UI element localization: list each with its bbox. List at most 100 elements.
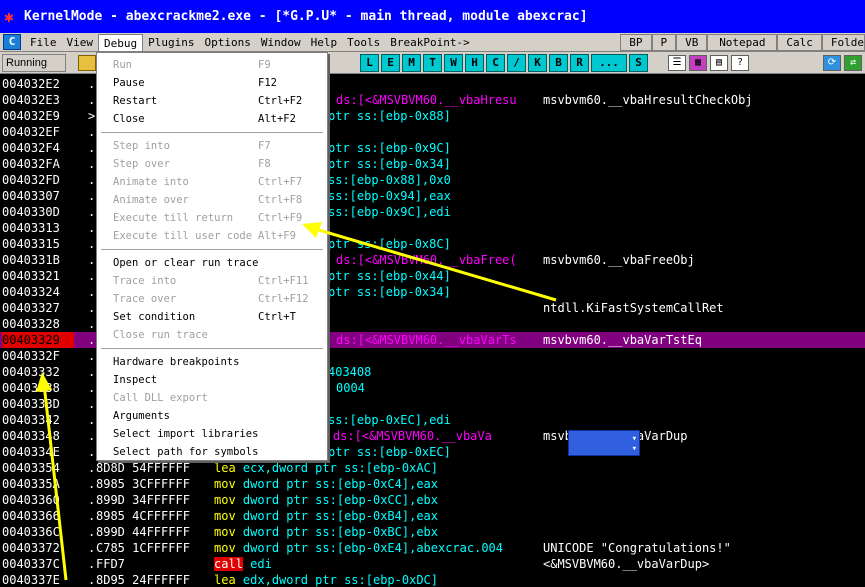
jump-marker: . xyxy=(88,221,96,235)
menu-item-shortcut: Ctrl+F2 xyxy=(258,95,303,107)
opcode: mov xyxy=(214,525,236,539)
menu-tools[interactable]: Tools xyxy=(342,34,385,51)
address: 0040334E xyxy=(2,444,74,460)
window-button-3[interactable]: T xyxy=(423,53,442,72)
debug-menu-item[interactable]: Close Alt+F2 xyxy=(97,110,327,128)
address: 00403338 xyxy=(2,380,74,396)
operands: dword ptr ss:[ebp-0xCC],ebx xyxy=(242,493,438,507)
menu-item-label: Call DLL export xyxy=(113,392,208,404)
menu-item-shortcut: F9 xyxy=(258,59,271,71)
opcode: call xyxy=(214,557,243,571)
code-row[interactable]: 0040337E. 8D95 24FFFFFF lea edx,dword ptr … xyxy=(0,572,865,587)
menu-options[interactable]: Options xyxy=(199,34,255,51)
menu-item-label: Restart xyxy=(113,95,158,107)
instruction: mov dword ptr ss:[ebp-0xE4],abexcrac.004 xyxy=(214,540,503,556)
debug-menu-item[interactable]: Select import libraries xyxy=(97,425,327,443)
instruction: mov dword ptr ss:[ebp-0xBC],ebx xyxy=(214,524,438,540)
debug-menu-item[interactable]: Open or clear run trace xyxy=(97,254,327,272)
jump-marker: . xyxy=(88,93,96,107)
network-icon[interactable]: ⇄ xyxy=(844,54,862,71)
window-button-5[interactable]: H xyxy=(465,53,484,72)
address: 0040336C xyxy=(2,524,74,540)
import-reference: ds:[<&MSVBVM60.__vbaHresu xyxy=(336,93,517,107)
menu-item-label: Step into xyxy=(113,140,170,152)
jump-marker: . xyxy=(88,77,96,91)
window-button-8[interactable]: K xyxy=(528,53,547,72)
debug-menu-item[interactable]: Inspect xyxy=(97,371,327,389)
menu-help[interactable]: Help xyxy=(306,34,343,51)
jump-marker: . xyxy=(88,477,96,491)
instruction: ptr ss:[ebp-0x34] xyxy=(328,285,451,299)
opcode: mov xyxy=(214,509,236,523)
address: 00403315 xyxy=(2,236,74,252)
notepad-button[interactable]: Notepad xyxy=(707,33,778,51)
address: 00403321 xyxy=(2,268,74,284)
address: 0040333D xyxy=(2,396,74,412)
jump-marker: . xyxy=(88,157,96,171)
menu-window[interactable]: Window xyxy=(256,34,306,51)
window-button-7[interactable]: / xyxy=(507,53,526,72)
menu-debug[interactable]: Debug xyxy=(98,33,144,51)
menu-item-label: Close run trace xyxy=(113,329,208,341)
cpu-button[interactable]: C xyxy=(3,34,21,50)
code-row[interactable]: 0040335A. 8985 3CFFFFFF mov dword ptr ss:[… xyxy=(0,476,865,492)
debug-menu-item[interactable]: Arguments xyxy=(97,407,327,425)
vb-button[interactable]: VB xyxy=(676,33,708,51)
hex-bytes: 8985 4CFFFFFF xyxy=(96,509,190,523)
debug-menu-item[interactable]: Set condition Ctrl+T xyxy=(97,308,327,326)
window-button-12[interactable]: S xyxy=(629,53,648,72)
debug-menu-item[interactable]: Restart Ctrl+F2 xyxy=(97,92,327,110)
instruction: ptr ds:[<&MSVBVM60.__vbaVa xyxy=(304,428,492,444)
window-button-10[interactable]: R xyxy=(570,53,589,72)
refresh-icon[interactable]: ⟳ xyxy=(823,54,841,71)
address: 004032FA xyxy=(2,156,74,172)
folder-button[interactable]: Folde xyxy=(821,33,865,51)
debug-menu-item[interactable]: Hardware breakpoints xyxy=(97,353,327,371)
address: 0040332F xyxy=(2,348,74,364)
hex-bytes: FFD7 xyxy=(96,557,125,571)
jump-marker: . xyxy=(88,365,96,379)
p-button[interactable]: P xyxy=(651,33,677,51)
debug-menu-item: Close run trace xyxy=(97,326,327,344)
window-button-1[interactable]: E xyxy=(381,53,400,72)
code-row[interactable]: 00403360. 899D 34FFFFFF mov dword ptr ss:[… xyxy=(0,492,865,508)
window-button-6[interactable]: C xyxy=(486,53,505,72)
list-view-icon[interactable]: ☰ xyxy=(668,54,686,71)
window-button-2[interactable]: M xyxy=(402,53,421,72)
debug-menu-item[interactable]: Select path for symbols xyxy=(97,443,327,461)
code-row[interactable]: 00403354. 8D8D 54FFFFFF lea ecx,dword ptr … xyxy=(0,460,865,476)
calc-button[interactable]: Calc xyxy=(777,33,822,51)
menu-breakpoint[interactable]: BreakPoint-> xyxy=(385,34,474,51)
menu-view[interactable]: View xyxy=(62,34,99,51)
code-row[interactable]: 0040336C. 899D 44FFFFFF mov dword ptr ss:[… xyxy=(0,524,865,540)
import-reference: ds:[<&MSVBVM60.__vbaFree( xyxy=(336,253,517,267)
comment: ntdll.KiFastSystemCallRet xyxy=(543,301,724,315)
window-button-9[interactable]: B xyxy=(549,53,568,72)
code-row[interactable]: 0040337C. FFD7 call edi <&MSVBVM60.__vbaVar… xyxy=(0,556,865,572)
question-icon[interactable]: ? xyxy=(731,54,749,71)
color-grid-icon[interactable]: ▦ xyxy=(689,54,707,71)
window-button-4[interactable]: W xyxy=(444,53,463,72)
table-view-icon[interactable]: ▤ xyxy=(710,54,728,71)
menu-item-label: Run xyxy=(113,59,132,71)
code-row[interactable]: 00403366. 8985 4CFFFFFF mov dword ptr ss:[… xyxy=(0,508,865,524)
debug-menu-item[interactable]: Pause F12 xyxy=(97,74,327,92)
instruction: ptr ss:[ebp-0xEC] xyxy=(328,445,451,459)
menu-plugins[interactable]: Plugins xyxy=(143,34,199,51)
jump-marker: . xyxy=(88,429,96,443)
address: 00403324 xyxy=(2,284,74,300)
menu-separator xyxy=(101,132,323,133)
code-row[interactable]: 00403372. C785 1CFFFFFF mov dword ptr ss:[… xyxy=(0,540,865,556)
tooltip-popup: ▾ ▾ xyxy=(568,430,640,456)
comment: msvbvm60.__vbaVarTstEq xyxy=(543,333,702,347)
menu-item-label: Pause xyxy=(113,77,145,89)
operands: dword ptr ss:[ebp-0xE4],abexcrac.004 xyxy=(242,541,504,555)
bp-button[interactable]: BP xyxy=(620,33,652,51)
menu-file[interactable]: File xyxy=(25,34,62,51)
menu-item-shortcut: Ctrl+F9 xyxy=(258,212,303,224)
open-folder-icon[interactable] xyxy=(78,54,96,71)
address: 004032E2 xyxy=(2,76,74,92)
window-button-0[interactable]: L xyxy=(360,53,379,72)
menu-item-shortcut: Alt+F9 xyxy=(258,230,296,242)
window-button-11[interactable]: ... xyxy=(591,53,627,72)
